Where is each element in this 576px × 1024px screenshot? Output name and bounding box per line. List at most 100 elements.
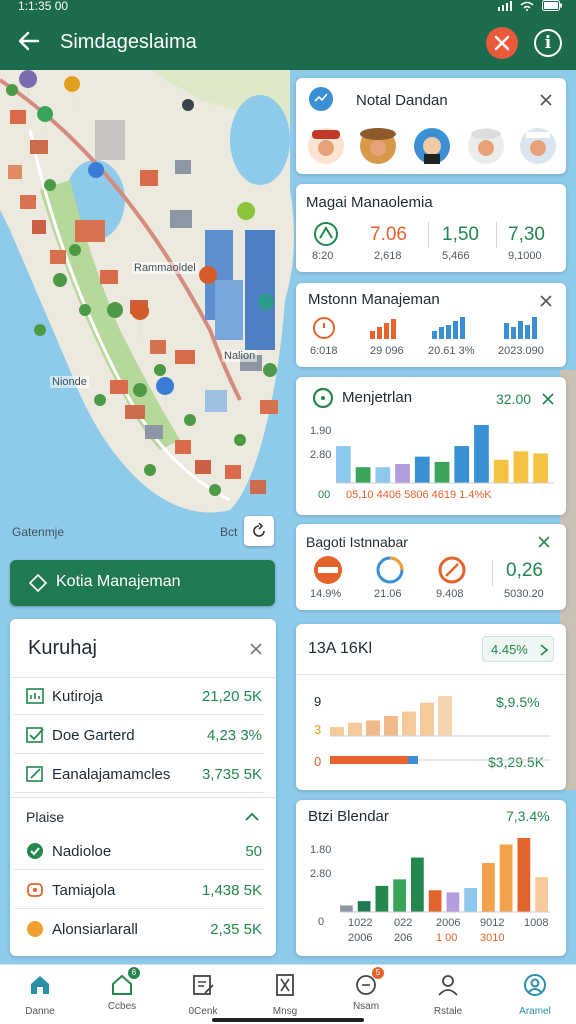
mini-bars-blue [432, 317, 465, 339]
chart-box-icon [26, 688, 44, 704]
row-label: Eanalajamamcles [52, 766, 171, 783]
bagoti-card: Bagoti Istnnabar 0,26 14.9% 21.06 9.408 … [296, 524, 566, 610]
stat-sub: 9.408 [436, 588, 464, 600]
chart-bar [357, 901, 371, 912]
chat-icon: 5 [354, 967, 384, 997]
management-stats-card: Magai Manaolemia 7.06 1,50 7,30 8:20 2,6… [296, 184, 566, 272]
orange-dot-icon [27, 921, 43, 937]
chart-bar [375, 467, 391, 483]
close-icon[interactable] [536, 534, 552, 550]
avatar-row [308, 128, 556, 164]
chart-bar [493, 459, 509, 483]
edit-document-icon [193, 975, 214, 995]
close-icon[interactable] [538, 92, 554, 108]
chevron-up-icon[interactable] [244, 811, 260, 823]
nav-label: 0Cenk [188, 1006, 218, 1017]
orange-gauge-icon [314, 556, 342, 584]
chart-bar [366, 720, 380, 736]
avatar[interactable] [360, 128, 396, 164]
chart-bar [474, 425, 489, 483]
nav-item-mnsg[interactable]: Mnsg [250, 971, 320, 1021]
chart-canvas [336, 425, 554, 484]
y-tick-label: 00 [318, 489, 331, 501]
nav-item-danne[interactable]: Danne [5, 971, 75, 1021]
progress-card: 13A 16Kl 4.45% 9 3 0 $,9.5% $3,29.5K [296, 624, 566, 790]
list-item[interactable]: Alonsiarlarall 2,35 5K [14, 910, 264, 948]
status-icons [498, 0, 562, 11]
nav-item-rstale[interactable]: Rstale [413, 971, 483, 1021]
chart-bar [384, 716, 398, 736]
target-icon [438, 556, 466, 584]
home-icon [31, 976, 49, 994]
close-button[interactable] [486, 27, 518, 59]
back-arrow-icon[interactable] [16, 28, 42, 54]
map-label: Rammaoldel [132, 262, 198, 274]
chart-bar [438, 696, 452, 736]
chart-canvas [330, 696, 550, 764]
list-item[interactable]: Kutiroja 21,20 5K [14, 677, 264, 715]
button-label: Kotia Manajeman [56, 573, 181, 590]
card-title: Magai Manaolemia [306, 194, 433, 211]
leaf-icon [314, 222, 338, 246]
nav-label: Aramel [519, 1006, 551, 1017]
avatar[interactable] [308, 128, 344, 164]
x-tick-label: 022 [394, 917, 413, 929]
row-value: 50 [245, 843, 262, 860]
chart-bars [336, 425, 548, 483]
chart-bar [420, 702, 434, 736]
row-value: 1,438 5K [201, 882, 262, 899]
map-label: Bct [220, 525, 238, 539]
row-label: 0 [314, 754, 322, 769]
nav-item-0cenk[interactable]: 0Cenk [168, 971, 238, 1021]
stat-sub: 2023.090 [498, 345, 544, 357]
y-tick-label: 0 [318, 916, 325, 928]
refresh-icon [253, 523, 265, 537]
chart-bar [533, 453, 548, 483]
info-button[interactable]: i [534, 29, 562, 57]
close-icon[interactable] [540, 391, 556, 407]
locate-button[interactable] [244, 516, 274, 546]
y-tick-label: 1.90 [310, 425, 332, 437]
x-tick-label: 206 [394, 932, 413, 944]
chart-bar [340, 905, 353, 912]
list-item[interactable]: Tamiajola 1,438 5K [14, 871, 264, 909]
chevron-right-icon [540, 644, 549, 656]
x-tick-label: 1008 [524, 917, 549, 929]
nav-label: Ccbes [107, 1001, 137, 1012]
avatar[interactable] [414, 128, 450, 164]
card-title: Notal Dandan [356, 92, 448, 109]
list-item[interactable]: Doe Garterd 4,23 3% [14, 716, 264, 754]
nav-item-nsam[interactable]: 5 Nsam [331, 967, 401, 1021]
close-icon[interactable] [538, 293, 554, 309]
people-card: Notal Dandan [296, 78, 566, 174]
row-label: Kutiroja [52, 688, 103, 705]
map-label: Nalion [222, 350, 258, 362]
kotia-manajeman-button[interactable]: Kotia Manajeman [10, 560, 275, 606]
stat-sub: 2,618 [374, 250, 402, 262]
list-item[interactable]: Eanalajamamcles 3,735 5K [14, 755, 264, 793]
avatar[interactable] [520, 128, 556, 164]
stat-sub: 6:018 [310, 345, 338, 357]
nav-item-aramel[interactable]: Aramel [500, 971, 570, 1021]
card-title: 13A 16Kl [308, 640, 373, 657]
nav-item-ccbes[interactable]: 6 Ccbes [87, 967, 157, 1021]
kuruhaj-card: Kuruhaj Kutiroja 21,20 5K Doe Garterd 4,… [10, 619, 276, 956]
row-label: Tamiajola [52, 882, 116, 899]
chart-bar [454, 446, 470, 483]
chart-bars [340, 838, 548, 912]
list-item[interactable]: Nadioloe 50 [14, 832, 264, 870]
chart-bar [348, 722, 362, 736]
status-time: 1:1:35 00 [18, 0, 69, 13]
close-icon[interactable] [248, 641, 264, 657]
chart-bar [414, 456, 430, 483]
nav-label: Mnsg [272, 1006, 298, 1017]
nav-badge: 6 [128, 967, 140, 979]
mini-bars-orange [370, 319, 396, 339]
card-title: Kuruhaj [28, 637, 97, 659]
pill-value: 4.45% [491, 642, 528, 657]
row-value: 4,23 3% [206, 727, 262, 744]
x-tick-label: 3010 [480, 932, 505, 944]
chart-bar [411, 857, 424, 912]
avatar[interactable] [468, 128, 504, 164]
percent-pill[interactable]: 4.45% [482, 636, 554, 662]
